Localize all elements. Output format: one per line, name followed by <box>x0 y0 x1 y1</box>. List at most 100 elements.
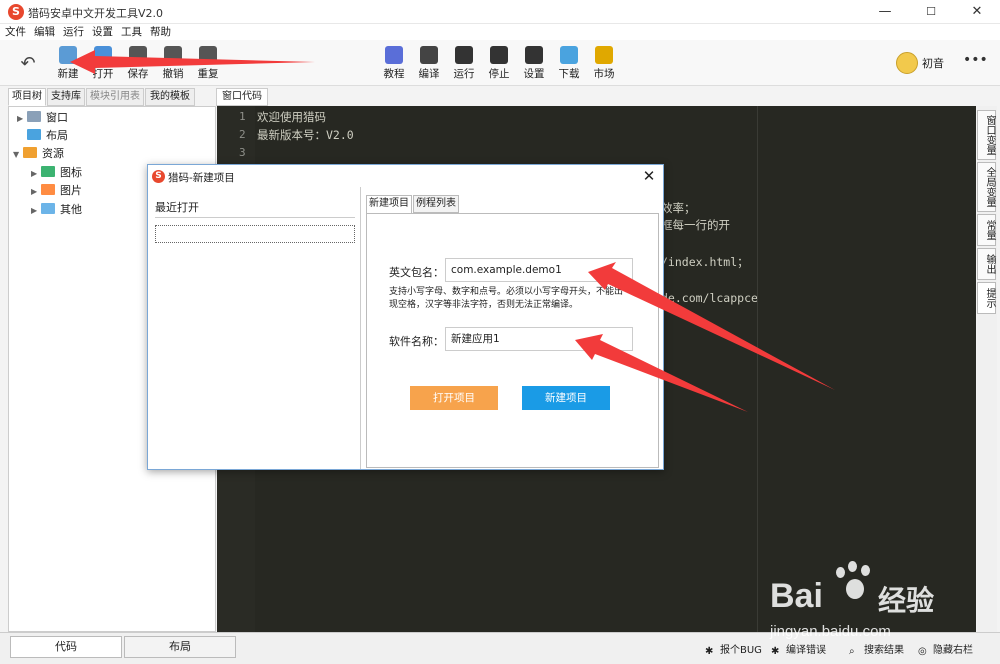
tree-arrow-icon[interactable]: ▶ <box>31 165 41 183</box>
line-number: 2 <box>239 128 246 141</box>
avatar[interactable] <box>896 52 918 74</box>
toolbar-label: 撤销 <box>162 68 184 80</box>
toolbar-left-button-2[interactable]: 保存 <box>120 42 156 84</box>
paw-icon <box>834 561 874 607</box>
tree-node-label: 其他 <box>60 203 82 216</box>
new-file-icon <box>59 46 77 64</box>
open-project-button[interactable]: 打开项目 <box>410 386 498 410</box>
stop-icon <box>490 46 508 64</box>
tree-node[interactable]: ▼ 资源 <box>13 145 64 163</box>
window-title: 猎码安卓中文开发工具V2.0 <box>28 7 164 20</box>
toolbar-center-button-4[interactable]: 设置 <box>516 42 552 84</box>
divider <box>155 217 355 218</box>
tree-node-label: 图标 <box>60 166 82 179</box>
download-icon <box>560 46 578 64</box>
menu-edit[interactable]: 编辑 <box>29 24 58 40</box>
toolbar-center-button-6[interactable]: 市场 <box>586 42 622 84</box>
tree-node[interactable]: ▶ 图标 <box>31 164 82 182</box>
tree-arrow-icon[interactable]: ▶ <box>31 183 41 201</box>
minimize-button[interactable]: — <box>862 0 908 24</box>
package-hint: 支持小写字母、数字和点号。必须以小写字母开头，不能出 <box>389 287 624 297</box>
tree-node-label: 窗口 <box>46 111 68 124</box>
toolbar-label: 下载 <box>558 68 580 80</box>
toolbar-center-button-1[interactable]: 编译 <box>411 42 447 84</box>
tree-node[interactable]: ▶ 图片 <box>31 182 82 200</box>
tree-arrow-icon[interactable]: ▶ <box>31 202 41 220</box>
maximize-button[interactable]: ☐ <box>908 0 954 24</box>
code-fragment: /index.html； <box>661 255 749 269</box>
toolbar-center-button-3[interactable]: 停止 <box>481 42 517 84</box>
tree-node[interactable]: ▶ 窗口 <box>17 109 68 127</box>
watermark-brand-cn: 经验 <box>878 585 935 616</box>
title-bar: S 猎码安卓中文开发工具V2.0 — ☐ ✕ <box>0 0 1000 24</box>
recent-list[interactable] <box>155 225 355 243</box>
toolbar-center-button-0[interactable]: 教程 <box>376 42 412 84</box>
new-project-dialog: S 猎码-新建项目 ✕ 最近打开 新建项目 例程列表 英文包名： com.exa… <box>147 164 664 470</box>
toolbar-label: 重复 <box>197 68 219 80</box>
tab-output[interactable]: 输出 <box>977 248 996 280</box>
tab-global-variables[interactable]: 全局变量 <box>977 162 996 212</box>
create-project-button[interactable]: 新建项目 <box>522 386 610 410</box>
toolbar-label: 打开 <box>92 68 114 80</box>
status-label: 编译错误 <box>786 645 826 656</box>
menu-bar: 文件 编辑 运行 设置 工具 帮助 <box>0 24 1000 40</box>
toolbar-center-button-2[interactable]: 运行 <box>446 42 482 84</box>
tree-arrow-icon[interactable]: ▶ <box>17 110 27 128</box>
dialog-title: 猎码-新建项目 <box>168 172 235 184</box>
divider <box>360 187 361 469</box>
tab-hints[interactable]: 提示 <box>977 282 996 314</box>
menu-tools[interactable]: 工具 <box>116 24 145 40</box>
tree-node[interactable]: ▶ 其他 <box>31 201 82 219</box>
menu-file[interactable]: 文件 <box>0 24 29 40</box>
more-options-button[interactable]: ••• <box>963 52 988 68</box>
close-button[interactable]: ✕ <box>954 0 1000 24</box>
compile-error-icon: ✱ <box>771 646 780 657</box>
package-hint-2: 现空格，汉字等非法字符，否则无法正常编译。 <box>389 300 579 310</box>
toolbar-label: 设置 <box>523 68 545 80</box>
toolbar-label: 编译 <box>418 68 440 80</box>
recent-title: 最近打开 <box>155 201 199 214</box>
baidu-watermark: Bai 经验 jingyan.baidu.com <box>770 555 950 645</box>
tab-constants[interactable]: 常量 <box>977 214 996 246</box>
user-name[interactable]: 初音 <box>922 55 944 71</box>
toolbar-center-button-5[interactable]: 下载 <box>551 42 587 84</box>
tree-arrow-icon[interactable]: ▼ <box>13 146 23 164</box>
tab-code[interactable]: 代码 <box>10 636 122 658</box>
toolbar-label: 保存 <box>127 68 149 80</box>
menu-help[interactable]: 帮助 <box>145 24 174 40</box>
toolbar-left-button-0[interactable]: 新建 <box>50 42 86 84</box>
toolbar-left-button-3[interactable]: 撤销 <box>155 42 191 84</box>
open-folder-icon <box>94 46 112 64</box>
app-name-input[interactable]: 新建应用1 <box>445 327 633 351</box>
toolbar: ↶ 新建 打开 保存 撤销 重复 教程 编译 运行 停止 设置 下载 市场 <box>0 40 1000 86</box>
tab-window-variables[interactable]: 窗口变量 <box>977 110 996 160</box>
tab-examples[interactable]: 例程列表 <box>413 195 459 213</box>
app-window: S 猎码安卓中文开发工具V2.0 — ☐ ✕ 文件 编辑 运行 设置 工具 帮助 ↶ 新建… <box>0 0 1000 664</box>
tab-window-code[interactable]: 窗口代码 <box>216 88 268 106</box>
back-button[interactable]: ↶ <box>14 50 42 78</box>
status-label: 搜索结果 <box>864 645 904 656</box>
status-button[interactable]: ✱ 报个BUG <box>705 641 762 657</box>
package-label: 英文包名： <box>389 266 444 279</box>
line-number: 1 <box>239 110 246 123</box>
tab-project-tree[interactable]: 项目树 <box>8 88 46 106</box>
tab-module-references[interactable]: 模块引用表 <box>86 88 144 106</box>
folder-icon <box>27 111 41 122</box>
dialog-close-button[interactable]: ✕ <box>640 167 658 185</box>
folder-icon <box>27 129 41 140</box>
tree-node-label: 资源 <box>42 147 64 160</box>
tab-support-library[interactable]: 支持库 <box>47 88 85 106</box>
menu-settings[interactable]: 设置 <box>87 24 116 40</box>
toolbar-left-button-1[interactable]: 打开 <box>85 42 121 84</box>
toolbar-left-button-4[interactable]: 重复 <box>190 42 226 84</box>
tree-node-label: 图片 <box>60 184 82 197</box>
package-input[interactable]: com.example.demo1 <box>445 258 633 282</box>
status-label: 隐藏右栏 <box>933 645 973 656</box>
tab-new-project[interactable]: 新建项目 <box>366 195 412 214</box>
menu-run[interactable]: 运行 <box>58 24 87 40</box>
market-icon <box>595 46 613 64</box>
tree-node[interactable]: 布局 <box>17 127 68 145</box>
tab-my-templates[interactable]: 我的模板 <box>145 88 195 106</box>
save-icon <box>129 46 147 64</box>
tab-layout[interactable]: 布局 <box>124 636 236 658</box>
